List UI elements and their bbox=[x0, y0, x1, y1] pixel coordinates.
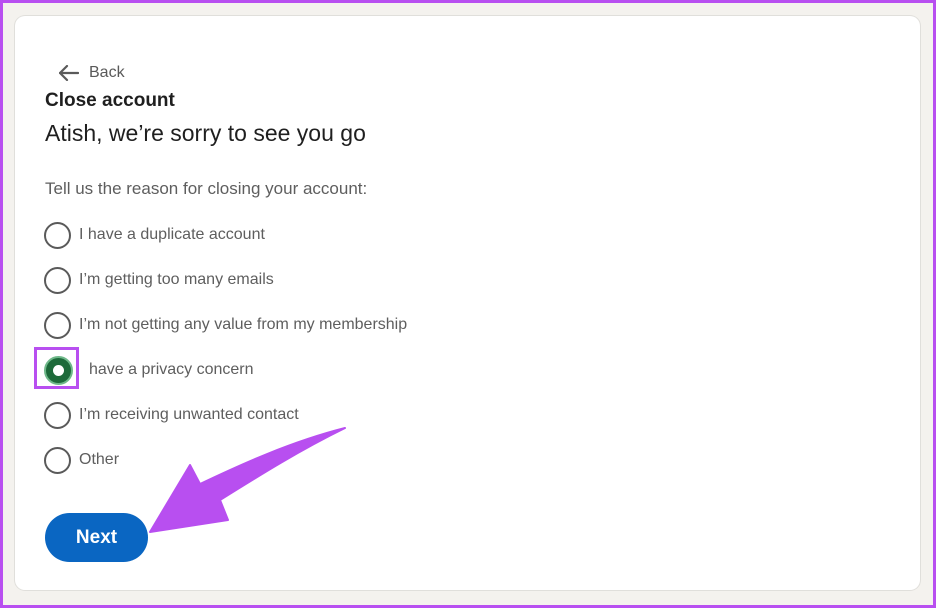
option-other[interactable]: Other bbox=[44, 445, 119, 475]
page-subtitle: Atish, we’re sorry to see you go bbox=[45, 120, 366, 146]
option-no-value[interactable]: I’m not getting any value from my member… bbox=[44, 310, 407, 340]
pointer-arrow-icon bbox=[149, 427, 346, 533]
option-label: Other bbox=[79, 451, 120, 468]
radio-button[interactable] bbox=[44, 446, 71, 474]
arrow-left-icon bbox=[59, 65, 79, 81]
option-label: have a privacy concern bbox=[89, 361, 254, 378]
radio-button[interactable] bbox=[44, 401, 71, 429]
next-button[interactable]: Next bbox=[45, 513, 148, 562]
option-duplicate-account[interactable]: I have a duplicate account bbox=[44, 220, 265, 250]
back-link[interactable]: Back bbox=[59, 62, 125, 84]
radio-button[interactable] bbox=[44, 266, 71, 294]
reason-prompt: Tell us the reason for closing your acco… bbox=[45, 179, 368, 198]
radio-button[interactable] bbox=[44, 221, 71, 249]
page-title: Close account bbox=[45, 90, 175, 111]
back-label: Back bbox=[89, 64, 125, 81]
option-too-many-emails[interactable]: I’m getting too many emails bbox=[44, 265, 274, 295]
option-label: I’m not getting any value from my member… bbox=[79, 316, 408, 333]
option-label: I’m getting too many emails bbox=[79, 271, 274, 288]
annotation-highlight-box bbox=[34, 347, 79, 389]
radio-button[interactable] bbox=[44, 311, 71, 339]
option-label: I have a duplicate account bbox=[79, 226, 265, 243]
